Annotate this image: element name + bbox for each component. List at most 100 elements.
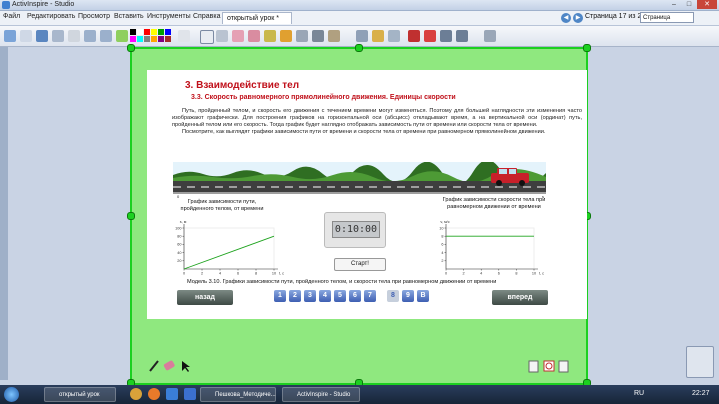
image-icon[interactable]	[36, 30, 48, 42]
y-tick-label: 10	[439, 226, 443, 230]
page-button[interactable]: 5	[334, 290, 346, 302]
main-menu-icon[interactable]	[4, 30, 16, 42]
clear-icon[interactable]	[388, 30, 400, 42]
color-swatch[interactable]	[165, 36, 171, 42]
page-counter: Страница 17 из 25	[585, 13, 646, 20]
page-button-active[interactable]: 8	[387, 290, 399, 302]
start-button-icon[interactable]	[4, 387, 19, 402]
y-axis-label: s, м	[180, 220, 187, 224]
page-button[interactable]: 9	[402, 290, 414, 302]
page-button[interactable]: 4	[319, 290, 331, 302]
color-swatch[interactable]	[130, 29, 136, 35]
fill-icon[interactable]	[280, 30, 292, 42]
eraser-icon[interactable]	[163, 360, 175, 371]
color-swatch[interactable]	[137, 29, 143, 35]
x-tick-label: 6	[498, 272, 500, 276]
next-icon[interactable]	[100, 30, 112, 42]
page-button[interactable]: 2	[289, 290, 301, 302]
explorer-icon[interactable]	[166, 388, 178, 400]
taskbar-item[interactable]: открытый урок	[44, 387, 116, 402]
page-button[interactable]: 1	[274, 290, 286, 302]
previous-page-icon[interactable]: ◀	[561, 13, 571, 23]
page-button[interactable]: 7	[364, 290, 376, 302]
taskbar-item[interactable]: Пешкова_Методиче...	[200, 387, 276, 402]
highlighter-icon[interactable]	[232, 30, 244, 42]
page-button[interactable]: 6	[349, 290, 361, 302]
close-icon[interactable]: ✕	[697, 0, 717, 9]
taskbar-item-active[interactable]: ActivInspire - Studio	[282, 387, 360, 402]
tab-open-lesson[interactable]: открытый урок *	[222, 12, 292, 24]
menu-toggle-icon[interactable]	[484, 30, 496, 42]
text-icon[interactable]	[312, 30, 324, 42]
camera-icon[interactable]	[356, 30, 368, 42]
flipchart-icon[interactable]	[116, 30, 128, 42]
eraser-icon[interactable]	[248, 30, 260, 42]
color-swatch[interactable]	[144, 29, 150, 35]
open-folder-icon[interactable]	[52, 30, 64, 42]
pen-tool-icon[interactable]	[216, 30, 228, 42]
minimize-icon[interactable]: –	[667, 0, 681, 9]
y-tick-label: 4	[441, 251, 443, 255]
browser-icon[interactable]	[130, 388, 142, 400]
menu-insert[interactable]: Вставить	[114, 13, 144, 20]
menu-help[interactable]: Справка	[193, 13, 220, 20]
color-swatch[interactable]	[137, 36, 143, 42]
print-icon[interactable]	[68, 30, 80, 42]
color-swatch[interactable]	[165, 29, 171, 35]
magic-ink-icon[interactable]	[328, 30, 340, 42]
resize-handle[interactable]	[127, 44, 135, 52]
menu-file[interactable]: Файл	[3, 13, 20, 20]
page-edit-icon[interactable]	[558, 360, 569, 373]
page-icon[interactable]	[528, 360, 539, 373]
x-tick-label: 8	[515, 272, 517, 276]
resize-handle[interactable]	[583, 44, 591, 52]
resize-handle[interactable]	[355, 44, 363, 52]
resource-icon[interactable]	[372, 30, 384, 42]
reset-page-icon[interactable]	[424, 30, 436, 42]
color-swatch[interactable]	[158, 36, 164, 42]
page-button-intro[interactable]: В	[417, 290, 429, 302]
color-swatch[interactable]	[151, 29, 157, 35]
color-swatch[interactable]	[158, 29, 164, 35]
x-tick-label: 2	[201, 272, 203, 276]
menu-view[interactable]: Просмотр	[78, 13, 110, 20]
select-arrow-icon[interactable]	[200, 30, 214, 44]
page-button[interactable]: 3	[304, 290, 316, 302]
back-button[interactable]: назад	[177, 290, 233, 305]
page-browser-icon[interactable]	[20, 30, 32, 42]
menu-edit[interactable]: Редактировать	[27, 13, 75, 20]
paragraph-2: Посмотрите, как выглядят графики зависим…	[182, 129, 546, 135]
color-swatch[interactable]	[151, 36, 157, 42]
maximize-icon[interactable]: □	[682, 0, 696, 9]
road-illustration	[173, 162, 546, 194]
color-swatch[interactable]	[144, 36, 150, 42]
media-player-icon[interactable]	[148, 388, 160, 400]
start-button[interactable]: Старт!	[334, 258, 386, 271]
color-palette[interactable]	[130, 29, 171, 42]
resize-handle[interactable]	[127, 212, 135, 220]
language-indicator[interactable]: RU	[634, 390, 644, 397]
shape-icon[interactable]	[264, 30, 276, 42]
undo-icon[interactable]	[440, 30, 452, 42]
y-tick-label: 80	[177, 235, 181, 239]
y-axis-label: v, м/с	[440, 220, 449, 224]
forward-button[interactable]: вперед	[492, 290, 548, 305]
next-page-icon[interactable]: ▶	[573, 13, 583, 23]
pen-icon[interactable]	[149, 360, 159, 372]
y-tick-label: 2	[441, 259, 443, 263]
delete-icon[interactable]	[408, 30, 420, 42]
word-icon[interactable]	[184, 388, 196, 400]
pen-width-icon[interactable]	[178, 30, 190, 42]
speed-time-chart: 0 2 4 6 8 10246810t, cv, м/с	[439, 220, 544, 276]
zoom-select[interactable]: Страница целиком	[640, 12, 694, 32]
pointer-icon[interactable]	[182, 361, 190, 372]
reset-icon[interactable]	[543, 360, 555, 372]
previous-icon[interactable]	[84, 30, 96, 42]
x-tick-label: 4	[219, 272, 221, 276]
bottom-left-tools	[149, 360, 190, 372]
color-swatch[interactable]	[130, 36, 136, 42]
trash-icon[interactable]	[686, 346, 714, 378]
redo-icon[interactable]	[456, 30, 468, 42]
connector-icon[interactable]	[296, 30, 308, 42]
menu-tools[interactable]: Инструменты	[147, 13, 191, 20]
